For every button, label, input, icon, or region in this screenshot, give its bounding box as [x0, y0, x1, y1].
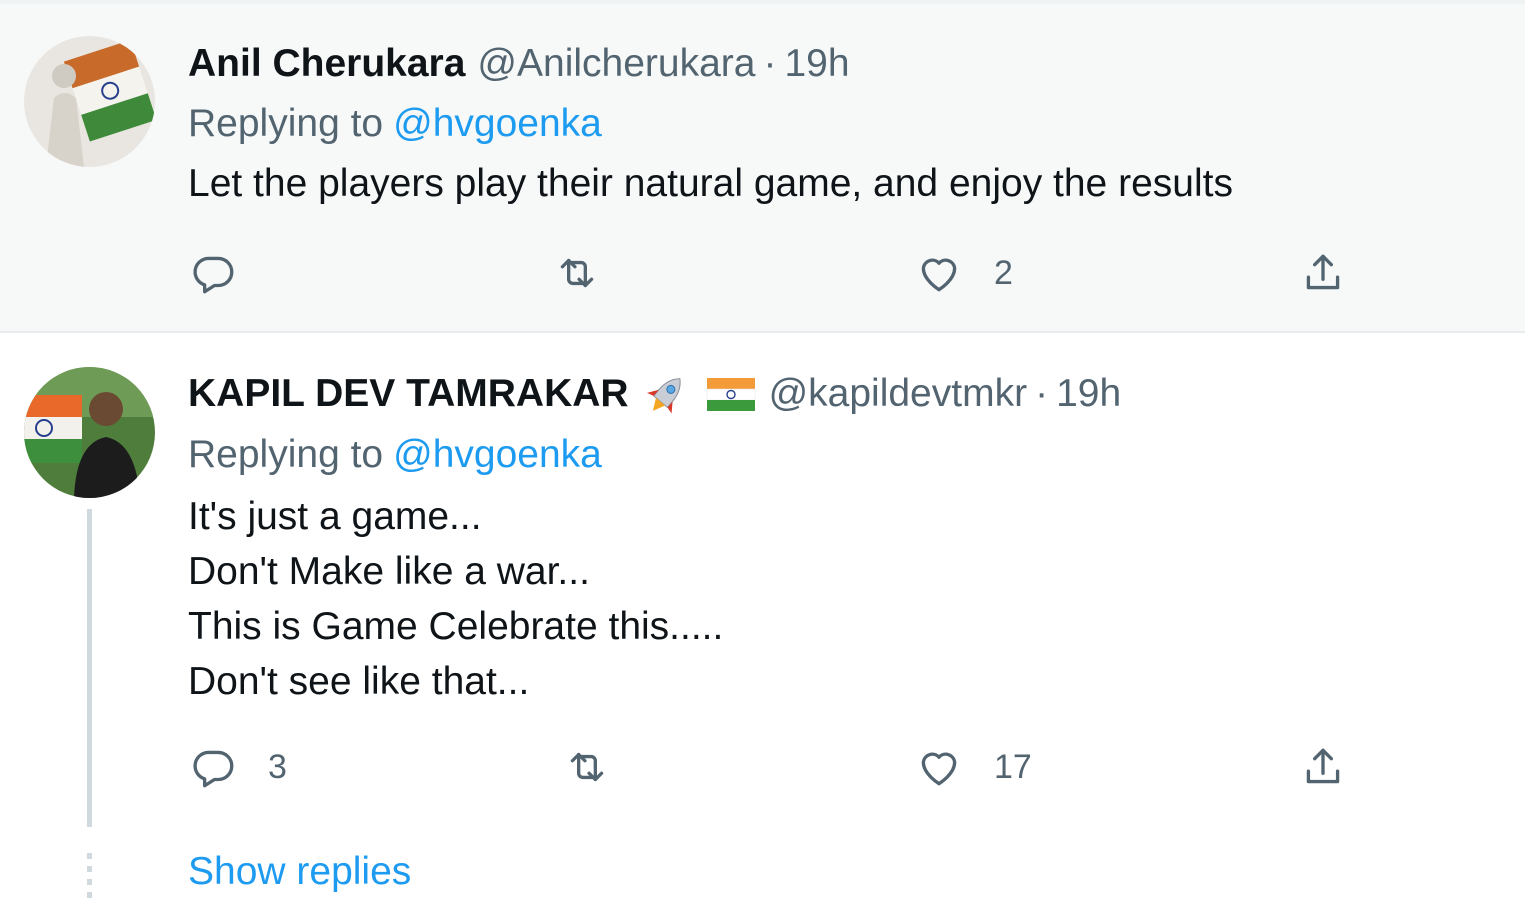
tweet-text-line: Don't Make like a war... — [188, 550, 590, 593]
tweet-text: It's just a game... Don't Make like a wa… — [188, 489, 723, 709]
tweet-actions: 2 — [188, 248, 1368, 298]
retweet-button[interactable] — [552, 248, 632, 298]
tweet-text-line: It's just a game... — [188, 495, 482, 538]
separator-dot: · — [1035, 372, 1049, 415]
thread-line — [87, 509, 92, 827]
mention-link[interactable]: @hvgoenka — [393, 433, 602, 476]
like-count: 17 — [994, 747, 1032, 786]
retweet-icon — [562, 742, 612, 792]
replying-to: Replying to @hvgoenka — [188, 100, 602, 148]
replying-to: Replying to @hvgoenka — [188, 431, 602, 479]
share-button[interactable] — [1298, 742, 1348, 792]
rocket-emoji — [641, 372, 693, 416]
separator-dot: · — [763, 42, 777, 85]
reply-button[interactable] — [188, 248, 268, 298]
share-icon — [1298, 248, 1348, 298]
tweet-text-line: This is Game Celebrate this..... — [188, 605, 724, 648]
share-icon — [1298, 742, 1348, 792]
mention-link[interactable]: @hvgoenka — [393, 102, 602, 145]
display-name[interactable]: Anil Cherukara — [188, 40, 465, 88]
tweet[interactable]: KAPIL DEV TAMRAKAR @kapildevtmkr · 19h R… — [0, 333, 1525, 900]
user-handle[interactable]: @Anilcherukara — [477, 40, 755, 88]
timestamp[interactable]: 19h — [784, 40, 849, 88]
display-name[interactable]: KAPIL DEV TAMRAKAR — [188, 370, 629, 418]
retweet-icon — [552, 248, 602, 298]
like-icon — [914, 248, 964, 298]
tweet[interactable]: Anil Cherukara @Anilcherukara · 19h Repl… — [0, 4, 1525, 333]
like-icon — [914, 742, 964, 792]
tweet-text-line: Don't see like that... — [188, 660, 530, 703]
reply-icon — [188, 742, 238, 792]
replying-to-label: Replying to — [188, 102, 384, 145]
reply-count: 3 — [268, 747, 287, 786]
thread-dots — [87, 853, 92, 898]
tweet-text: Let the players play their natural game,… — [188, 160, 1233, 208]
tweet-actions: 3 17 — [188, 742, 1368, 792]
reply-button[interactable]: 3 — [188, 742, 287, 792]
avatar[interactable] — [24, 367, 155, 498]
timestamp[interactable]: 19h — [1056, 370, 1121, 418]
avatar[interactable] — [24, 36, 155, 167]
show-replies-link[interactable]: Show replies — [188, 848, 411, 896]
india-flag-emoji — [705, 372, 757, 416]
share-button[interactable] — [1298, 248, 1348, 298]
replying-to-label: Replying to — [188, 433, 384, 476]
like-count: 2 — [994, 253, 1013, 292]
tweet-header: KAPIL DEV TAMRAKAR @kapildevtmkr · 19h — [188, 370, 1121, 418]
retweet-button[interactable] — [562, 742, 642, 792]
tweet-header: Anil Cherukara @Anilcherukara · 19h — [188, 40, 850, 88]
user-handle[interactable]: @kapildevtmkr — [769, 370, 1028, 418]
reply-icon — [188, 248, 238, 298]
like-button[interactable]: 17 — [914, 742, 1032, 792]
like-button[interactable]: 2 — [914, 248, 1013, 298]
tweet-text-line: Let the players play their natural game,… — [188, 162, 1233, 205]
